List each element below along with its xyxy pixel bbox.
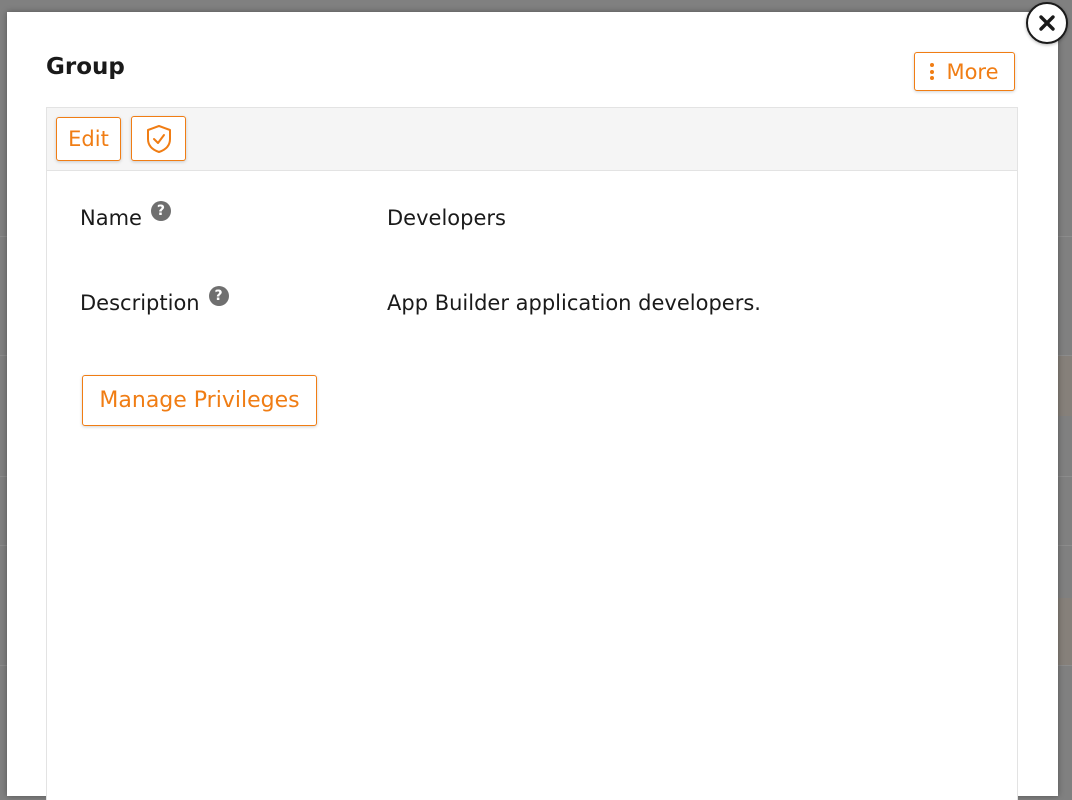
panel-toolbar: Edit	[47, 108, 1017, 171]
group-details-panel: Edit Name ? Developers Description ? App…	[46, 107, 1018, 800]
privileges-shield-button[interactable]	[131, 116, 186, 161]
description-label-text: Description	[80, 291, 200, 315]
question-circle-icon[interactable]: ?	[208, 286, 229, 306]
name-label: Name ?	[80, 201, 171, 230]
description-value: App Builder application developers.	[387, 291, 761, 315]
background-highlight	[1058, 356, 1072, 416]
question-circle-icon[interactable]: ?	[150, 201, 171, 221]
manage-privileges-button[interactable]: Manage Privileges	[82, 375, 317, 426]
shield-check-icon	[146, 124, 171, 153]
group-modal: Group More Edit Name ? Developers Descri…	[7, 12, 1058, 800]
vertical-ellipsis-icon	[930, 63, 935, 80]
modal-title: Group	[46, 54, 125, 80]
edit-button[interactable]: Edit	[56, 117, 121, 161]
close-modal-button[interactable]	[1026, 2, 1068, 44]
background-highlight	[1058, 598, 1072, 665]
name-label-text: Name	[80, 206, 142, 230]
name-value: Developers	[387, 206, 506, 230]
more-button-label: More	[946, 59, 999, 84]
more-button[interactable]: More	[914, 52, 1015, 91]
description-label: Description ?	[80, 286, 229, 315]
close-icon	[1039, 15, 1055, 31]
